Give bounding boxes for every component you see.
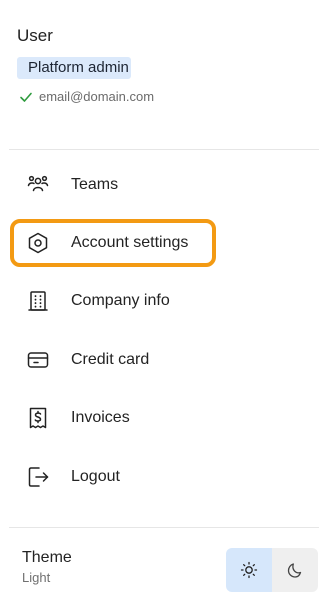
menu-item-credit-card[interactable]: Credit card [10,336,216,384]
user-info: User Platform admin email@domain.com [17,26,154,104]
menu-item-invoices[interactable]: Invoices [10,394,216,442]
menu-item-label: Account settings [71,234,189,251]
role-badge: Platform admin [17,57,131,79]
credit-card-icon [26,348,50,372]
theme-setting: Theme Light [22,548,72,585]
light-theme-button[interactable] [226,548,272,592]
theme-toggle [226,548,318,592]
check-icon [20,92,32,102]
logout-icon [26,465,50,489]
dark-theme-button[interactable] [272,548,318,592]
menu-item-label: Credit card [71,351,150,368]
building-icon [26,289,50,313]
theme-title: Theme [22,549,72,566]
moon-icon [287,563,302,578]
users-icon [26,173,50,197]
menu-item-account-settings[interactable]: Account settings [10,219,216,267]
menu-item-label: Invoices [71,409,130,426]
menu-item-logout[interactable]: Logout [10,453,216,501]
receipt-dollar-icon [26,406,50,430]
hexagon-settings-icon [26,231,50,255]
theme-current-value: Light [22,570,51,585]
menu-item-label: Logout [71,468,120,485]
email-row: email@domain.com [19,89,154,104]
sun-icon [240,561,258,579]
menu-item-teams[interactable]: Teams [10,161,216,209]
menu-item-label: Company info [71,292,170,309]
divider [9,527,319,528]
menu-item-label: Teams [71,176,119,193]
divider [9,149,319,150]
user-name: User [17,26,53,45]
menu-item-company-info[interactable]: Company info [10,277,216,325]
user-email: email@domain.com [39,89,155,104]
